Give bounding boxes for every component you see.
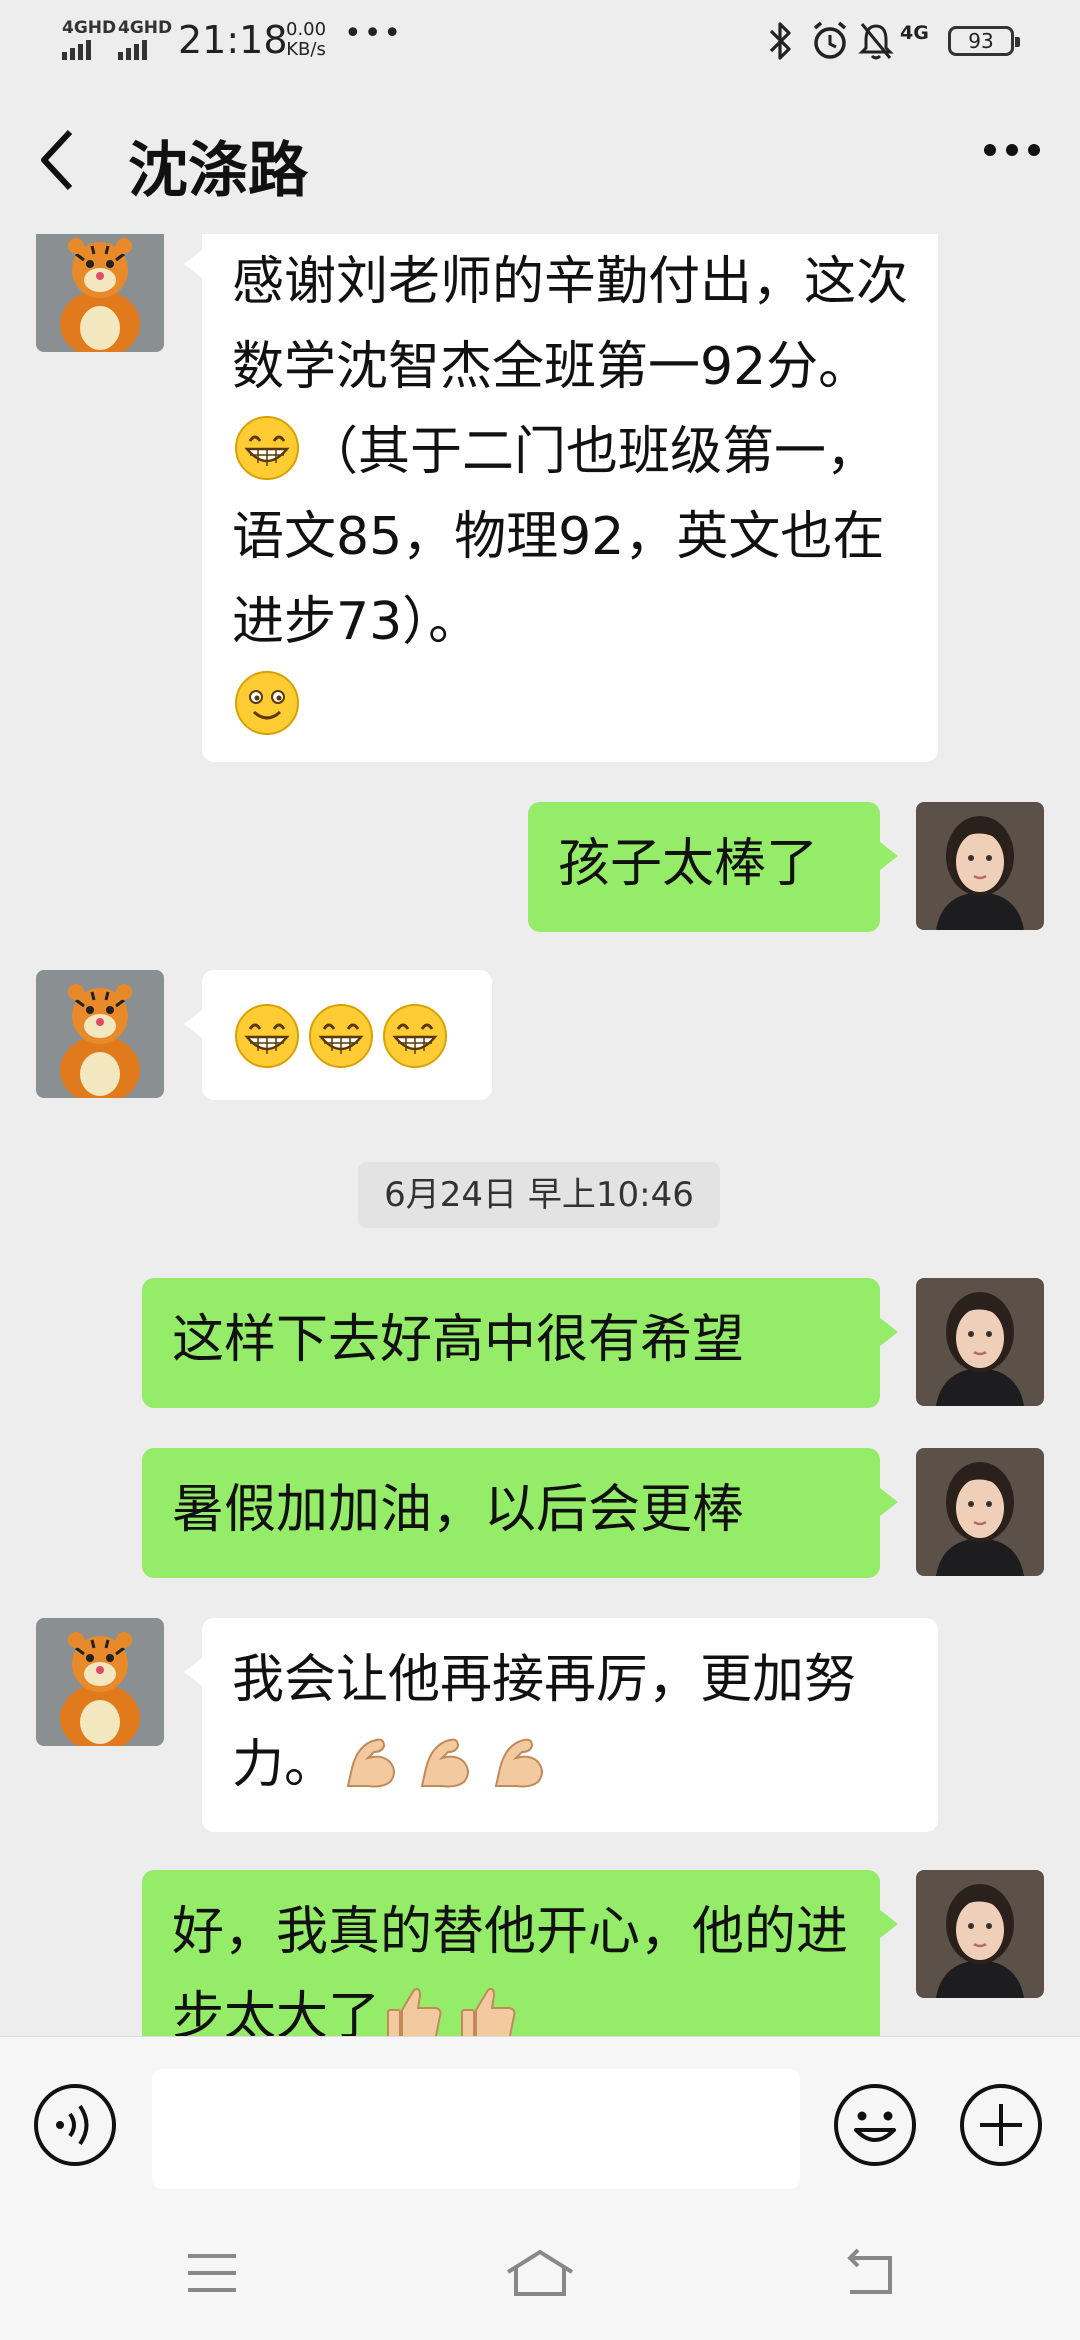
chat-area[interactable]: 感谢刘老师的辛勤付出，这次数学沈智杰全班第一92分。 （其于二门也班级第一，语文8… <box>0 234 1080 2036</box>
my-avatar[interactable] <box>916 1448 1044 1576</box>
message-text: （其于二门也班级第一，语文85，物理92，英文也在进步73）。 <box>232 422 885 652</box>
menu-icon[interactable] <box>186 2248 238 2298</box>
flexed-biceps-icon <box>338 1728 404 1794</box>
message-bubble-outgoing[interactable]: 暑假加加油，以后会更棒 <box>142 1448 898 1578</box>
battery-icon: 93 <box>948 26 1020 56</box>
status-time: 21:18 <box>178 18 288 62</box>
message-bubble-incoming[interactable]: 我会让他再接再厉，更加努力。 <box>184 1618 938 1832</box>
home-icon[interactable] <box>504 2248 576 2298</box>
message-bubble-outgoing[interactable]: 好，我真的替他开心，他的进步太大了 <box>142 1870 898 2036</box>
message-text: 暑假加加油，以后会更棒 <box>172 1480 745 1540</box>
thumbs-up-icon <box>382 1980 448 2036</box>
smiling-face-icon <box>234 670 300 736</box>
sim1-signal-icon: 4GHD <box>62 18 116 60</box>
chat-header: 沈涤路 <box>0 84 1080 234</box>
my-avatar[interactable] <box>916 1278 1044 1406</box>
plus-icon[interactable] <box>958 2082 1044 2168</box>
contact-avatar[interactable] <box>36 234 164 352</box>
grinning-face-icon <box>234 415 300 481</box>
more-options-icon[interactable] <box>982 142 1042 158</box>
message-text: 孩子太棒了 <box>558 834 819 894</box>
network-speed-unit: KB/s <box>286 39 326 60</box>
contact-avatar[interactable] <box>36 970 164 1098</box>
mute-bell-icon <box>858 23 894 60</box>
input-bar <box>0 2036 1080 2213</box>
network-speed-value: 0.00 <box>286 19 327 40</box>
status-bar: 4GHD 4GHD 21:18 0.00 KB/s ••• 4G 93 <box>0 0 1080 84</box>
grinning-face-icon <box>382 1003 448 1069</box>
flexed-biceps-icon <box>412 1728 478 1794</box>
sim1-label: 4GHD <box>62 18 117 38</box>
flexed-biceps-icon <box>486 1728 552 1794</box>
my-avatar[interactable] <box>916 1870 1044 1998</box>
chat-title: 沈涤路 <box>128 136 308 206</box>
back-nav-icon[interactable] <box>842 2248 898 2298</box>
status-more-icon: ••• <box>344 16 404 51</box>
message-bubble-outgoing[interactable]: 孩子太棒了 <box>528 802 898 932</box>
alarm-icon <box>813 21 847 59</box>
message-bubble-incoming[interactable]: 感谢刘老师的辛勤付出，这次数学沈智杰全班第一92分。 （其于二门也班级第一，语文8… <box>184 234 938 762</box>
system-nav-bar <box>0 2212 1080 2340</box>
emoji-icon[interactable] <box>832 2082 918 2168</box>
message-bubble-outgoing[interactable]: 这样下去好高中很有希望 <box>142 1278 898 1408</box>
message-text: 这样下去好高中很有希望 <box>172 1310 745 1370</box>
message-bubble-incoming[interactable] <box>184 970 492 1100</box>
grinning-face-icon <box>234 1003 300 1069</box>
bluetooth-icon <box>769 22 791 60</box>
sim2-label: 4GHD <box>118 18 173 38</box>
contact-avatar[interactable] <box>36 1618 164 1746</box>
chat-timestamp: 6月24日 早上10:46 <box>358 1162 720 1228</box>
sim2-signal-icon: 4GHD <box>118 18 172 60</box>
back-arrow-icon[interactable] <box>36 128 80 192</box>
voice-input-icon[interactable] <box>32 2082 118 2168</box>
network-speed: 0.00 KB/s <box>286 20 326 60</box>
message-input[interactable] <box>152 2069 800 2189</box>
network-type: 4G <box>900 22 929 44</box>
grinning-face-icon <box>308 1003 374 1069</box>
message-text: 感谢刘老师的辛勤付出，这次数学沈智杰全班第一92分。 <box>232 252 909 397</box>
thumbs-up-icon <box>456 1980 522 2036</box>
my-avatar[interactable] <box>916 802 1044 930</box>
